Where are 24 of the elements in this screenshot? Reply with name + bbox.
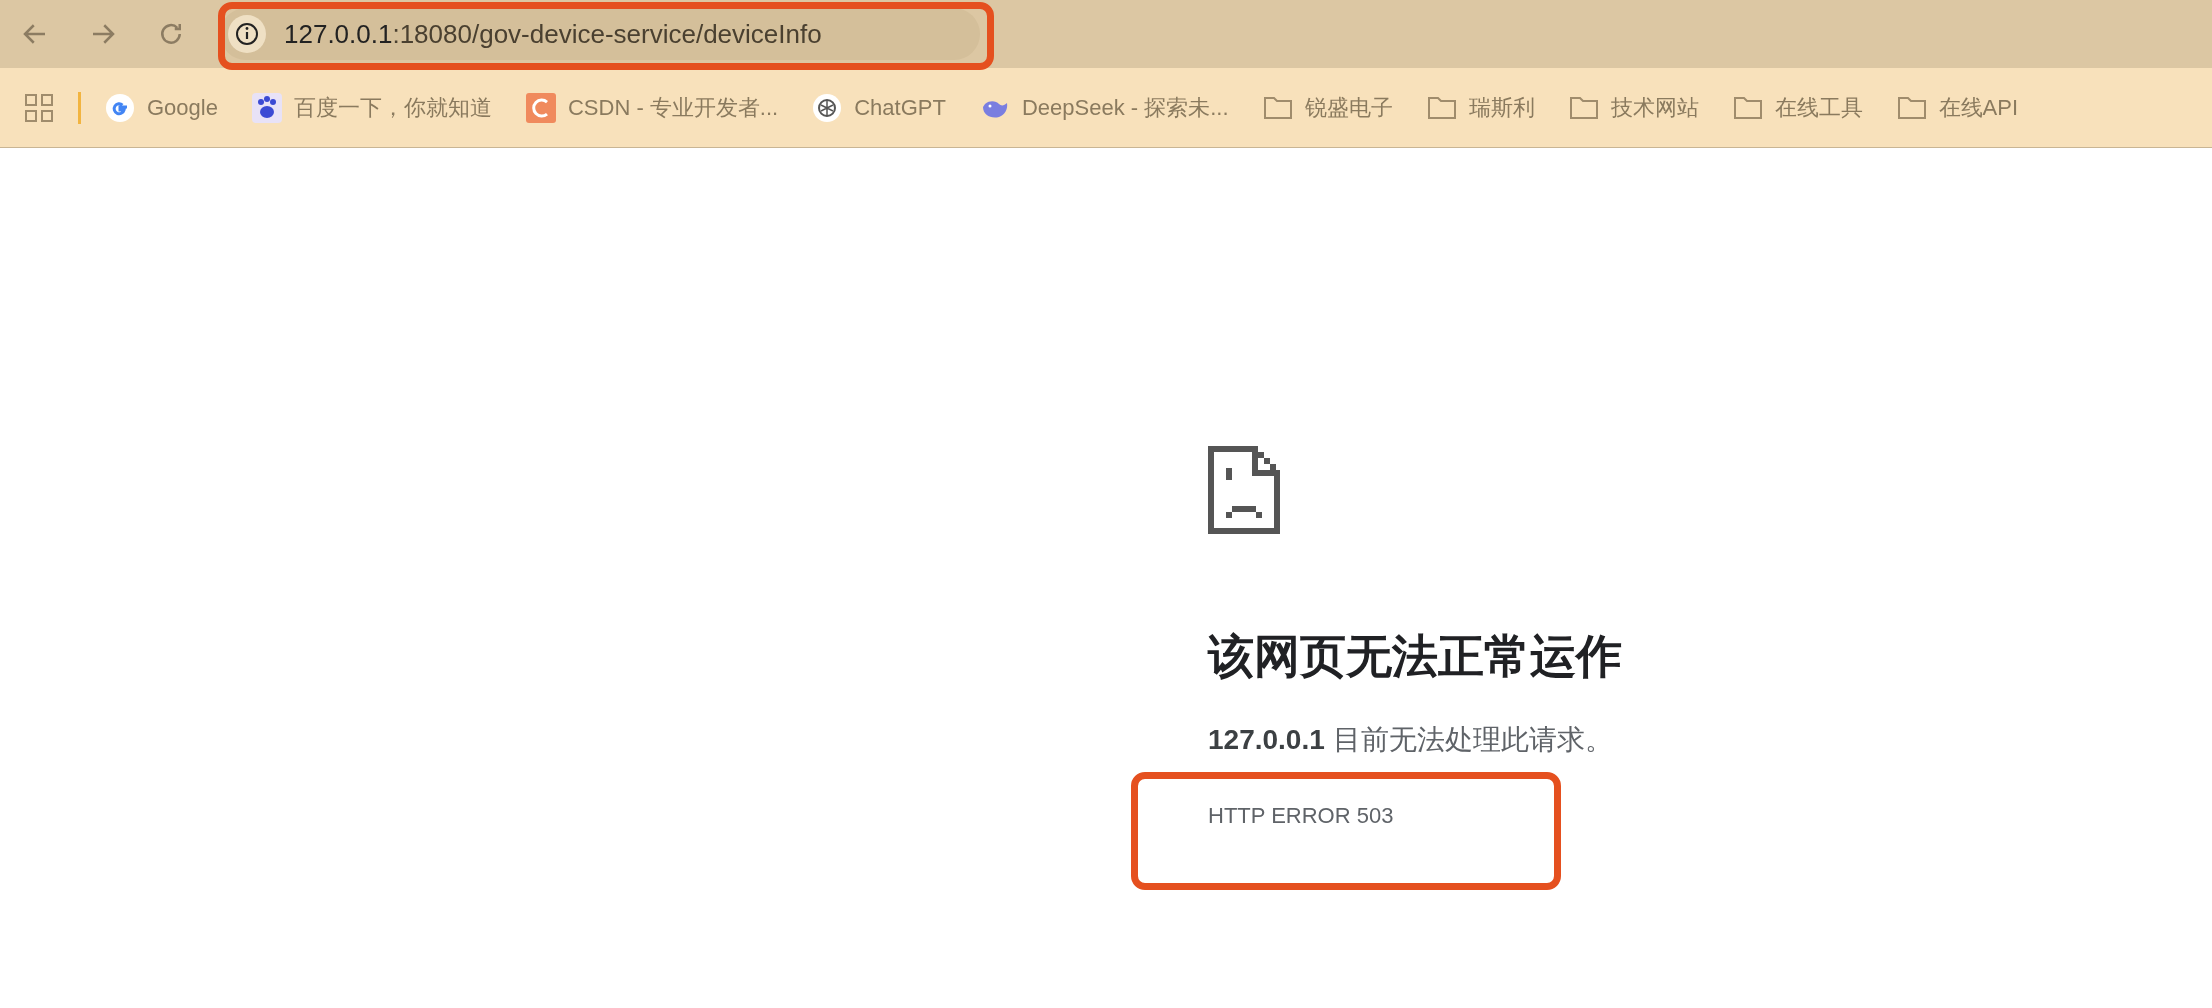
apps-grid-icon[interactable] <box>24 92 54 123</box>
folder-icon <box>1262 94 1293 121</box>
bookmark-item[interactable]: 百度一下，你就知道 <box>251 91 492 124</box>
bookmark-item[interactable]: ChatGPT <box>812 91 946 124</box>
url-text[interactable]: 127.0.0.1:18080/gov-device-service/deviceInfo <box>284 14 822 54</box>
bookmark-item[interactable]: 在线工具 <box>1732 91 1863 124</box>
error-description: 127.0.0.1 目前无法处理此请求。 <box>1208 723 1614 757</box>
c-letter-icon <box>525 92 556 123</box>
sad-page-icon <box>1208 446 1280 534</box>
folder-icon <box>1568 94 1599 121</box>
bookmark-item[interactable]: 瑞斯利 <box>1426 91 1535 124</box>
folder-icon <box>1732 94 1763 121</box>
error-code: HTTP ERROR 503 <box>1208 802 1395 830</box>
bookmark-item[interactable]: DeepSeek - 探索未... <box>979 91 1229 124</box>
bookmark-item[interactable]: CSDN - 专业开发者... <box>525 91 779 124</box>
info-icon[interactable] <box>228 15 266 53</box>
bookmark-item[interactable]: Google <box>105 91 218 124</box>
bookmark-item[interactable]: 技术网站 <box>1568 91 1699 124</box>
error-title: 该网页无法正常运作 <box>1208 629 1623 684</box>
folder-icon <box>1426 94 1457 121</box>
bookmark-item[interactable]: 锐盛电子 <box>1262 91 1393 124</box>
paw-icon <box>251 92 282 123</box>
bookmark-item[interactable]: 在线API <box>1896 91 2018 124</box>
folder-icon <box>1896 94 1927 121</box>
